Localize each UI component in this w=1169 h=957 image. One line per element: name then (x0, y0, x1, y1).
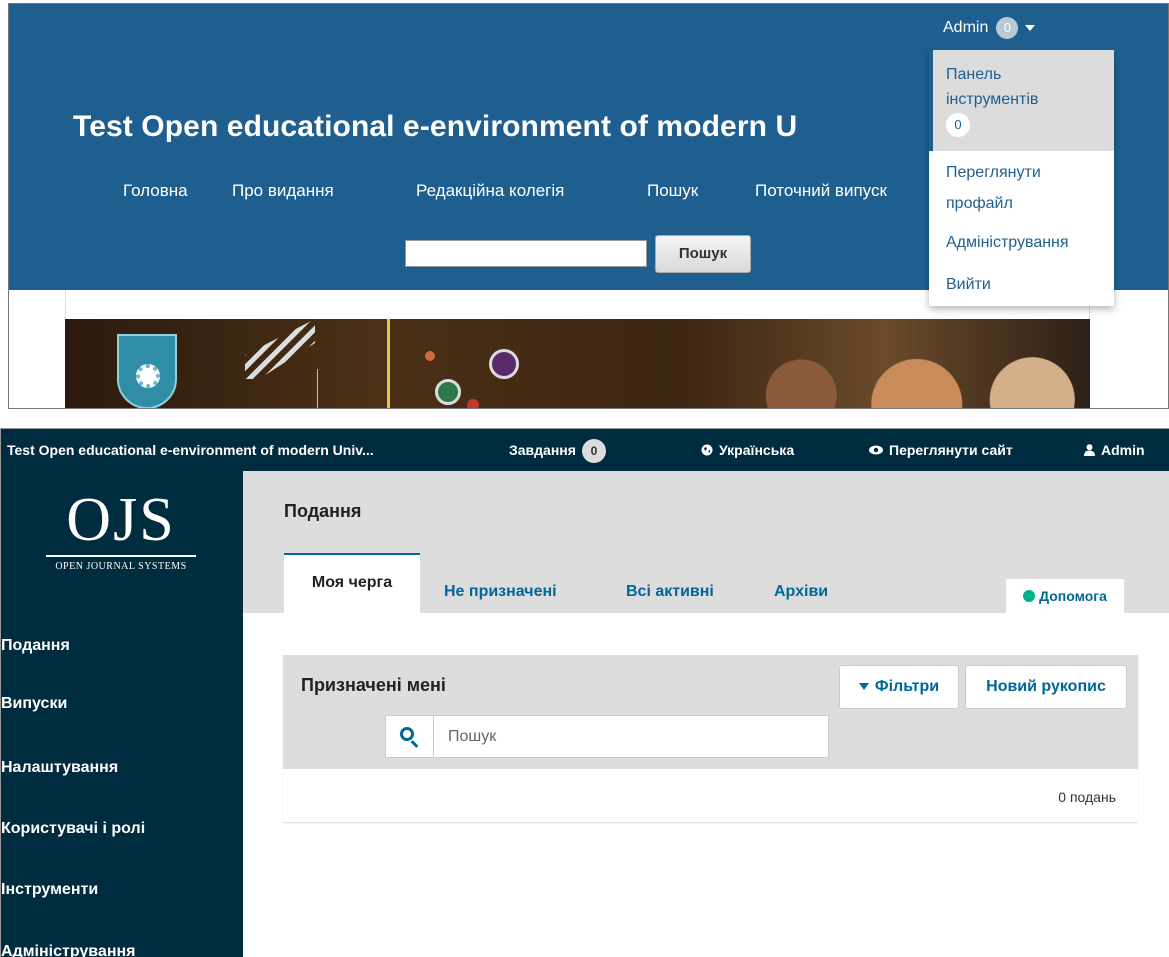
logo-emblem (136, 364, 160, 388)
page-title: Подання (284, 501, 362, 521)
dashboard-label-line2: інструментів (946, 91, 1039, 108)
view-site-link[interactable]: Переглянути сайт (869, 429, 1013, 471)
logo-mark: OJS (66, 486, 176, 554)
user-icon (1084, 444, 1095, 456)
sidebar-item-users-roles[interactable]: Користувачі і ролі (1, 820, 243, 838)
logo-rule (46, 555, 196, 557)
help-label: Допомога (1039, 588, 1107, 604)
journal-switcher[interactable]: Test Open educational e-environment of m… (7, 429, 374, 471)
search-field (385, 715, 829, 758)
filters-label: Фільтри (874, 678, 940, 695)
search-icon-circle (400, 727, 414, 741)
ojs-main-content: Подання Моя черга Не призначені Всі акти… (243, 471, 1169, 957)
tab-unassigned[interactable]: Не призначені (444, 571, 557, 613)
sidebar-item-administration[interactable]: Адміністрування (1, 943, 243, 957)
user-account-link[interactable]: Admin (1084, 429, 1145, 471)
tasks-badge: 0 (581, 439, 606, 464)
dashboard-label-line1: Панель (946, 66, 1002, 83)
dashboard-badge: 0 (946, 113, 970, 137)
ojs-sidebar: OJS OPEN JOURNAL SYSTEMS Подання Випуски… (1, 471, 243, 957)
ojs-logo[interactable]: OJS OPEN JOURNAL SYSTEMS (41, 487, 201, 597)
filters-button[interactable]: Фільтри (839, 665, 959, 709)
site-banner-image (65, 319, 1090, 408)
search-input[interactable] (448, 716, 818, 757)
sidebar-item-settings[interactable]: Налаштування (1, 759, 243, 777)
site-search-input[interactable] (405, 240, 647, 267)
view-profile-line1: Переглянути (946, 164, 1041, 181)
tasks-label: Завдання (509, 442, 576, 458)
banner-node (425, 351, 435, 361)
site-title[interactable]: Test Open educational e-environment of m… (73, 110, 797, 144)
search-icon (386, 716, 434, 757)
banner-node (489, 349, 519, 379)
ojs-topbar: Test Open educational e-environment of m… (1, 429, 1169, 471)
site-screenshot-panel: Test Open educational e-environment of m… (8, 3, 1169, 409)
chevron-down-icon (1025, 25, 1036, 31)
sidebar-item-issues[interactable]: Випуски (1, 695, 243, 713)
banner-divider (317, 369, 318, 408)
banner-photo (705, 319, 1090, 408)
user-dropdown-menu: Панель інструментів 0 Переглянути профай… (929, 50, 1114, 306)
list-panel-header: Призначені мені Фільтри Новий рукопис (283, 655, 1138, 769)
nav-current-issue[interactable]: Поточний випуск (755, 181, 887, 201)
tab-my-queue[interactable]: Моя черга (284, 553, 420, 613)
submissions-list-panel: Призначені мені Фільтри Новий рукопис 0 … (283, 655, 1138, 822)
banner-node (435, 379, 461, 405)
submission-count: 0 подань (1058, 789, 1116, 805)
view-site-label: Переглянути сайт (889, 442, 1013, 458)
ojs-backend-panel: Test Open educational e-environment of m… (0, 428, 1169, 957)
page-header: Подання Моя черга Не призначені Всі акти… (243, 471, 1169, 613)
nav-home[interactable]: Головна (123, 181, 188, 201)
tasks-link[interactable]: Завдання 0 (509, 429, 606, 471)
view-profile-line2: профайл (946, 195, 1013, 212)
eye-icon (869, 445, 883, 455)
language-switcher[interactable]: Українська (701, 429, 794, 471)
funnel-icon (858, 683, 869, 690)
globe-icon (701, 444, 713, 456)
banner-stripes (245, 319, 315, 379)
sidebar-item-submissions[interactable]: Подання (1, 637, 243, 655)
dropdown-view-profile[interactable]: Переглянути профайл (929, 160, 1114, 216)
tab-archives[interactable]: Архіви (774, 571, 828, 613)
university-logo (117, 334, 177, 408)
dropdown-logout[interactable]: Вийти (929, 272, 1114, 297)
language-label: Українська (719, 442, 795, 458)
list-title: Призначені мені (301, 675, 446, 695)
new-submission-button[interactable]: Новий рукопис (965, 665, 1127, 709)
sidebar-item-tools[interactable]: Інструменти (1, 881, 243, 899)
user-menu-toggle[interactable]: Admin 0 (943, 17, 1036, 39)
dropdown-administration[interactable]: Адміністрування (929, 230, 1114, 255)
nav-editorial-board[interactable]: Редакційна колегія (416, 181, 564, 201)
notification-badge: 0 (996, 17, 1019, 39)
dropdown-dashboard[interactable]: Панель інструментів 0 (929, 50, 1114, 151)
banner-node (467, 399, 479, 408)
banner-accent-line (387, 319, 390, 408)
user-name: Admin (943, 19, 989, 37)
info-icon (1023, 590, 1036, 603)
user-label: Admin (1101, 442, 1145, 458)
help-button[interactable]: Допомога (1006, 579, 1124, 613)
site-search-button[interactable]: Пошук (655, 235, 751, 273)
tab-all-active[interactable]: Всі активні (626, 571, 714, 613)
nav-about[interactable]: Про видання (232, 181, 334, 201)
logo-subtitle: OPEN JOURNAL SYSTEMS (55, 561, 187, 572)
nav-search[interactable]: Пошук (647, 181, 698, 201)
search-icon-handle (410, 740, 419, 748)
